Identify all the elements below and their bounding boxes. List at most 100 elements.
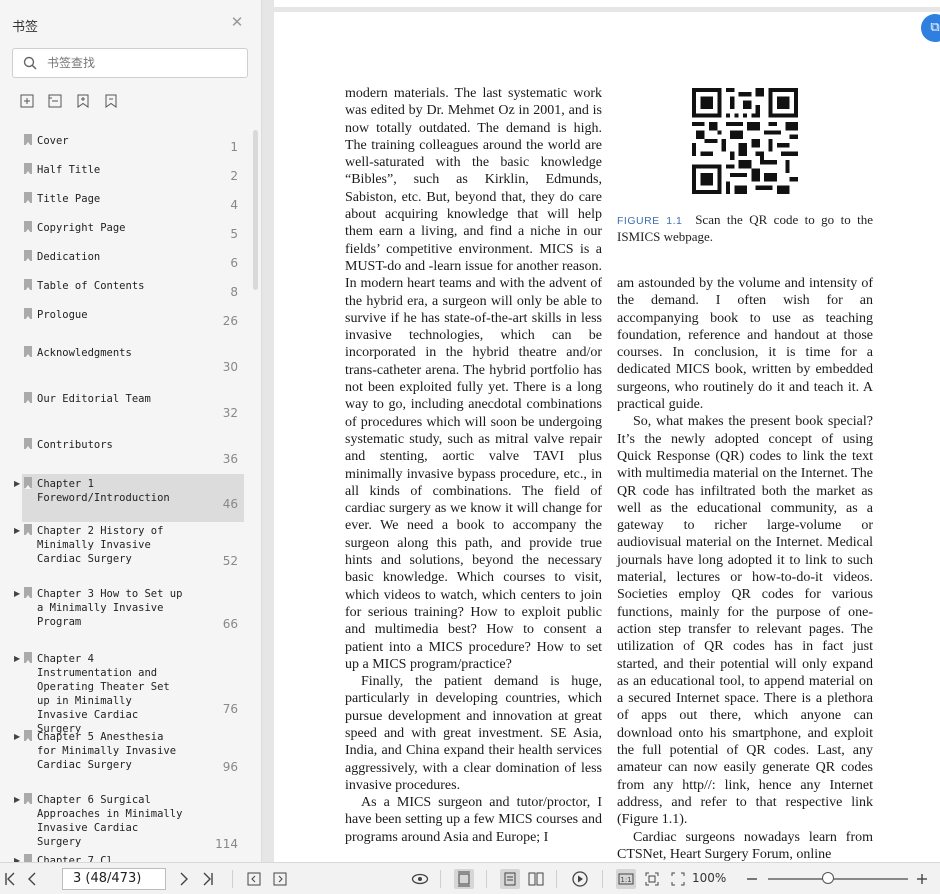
continuous-page-icon[interactable] [500,869,520,889]
bookmark-icon [24,652,32,664]
bookmark-page-number: 32 [222,406,238,420]
bookmark-page-number: 2 [230,169,238,183]
expand-all-icon[interactable] [18,92,36,110]
bookmark-title: Contributors [37,439,113,451]
expand-arrow-icon[interactable]: ▶ [14,526,20,535]
bookmark-page-number: 114 [215,837,238,851]
bookmark-page-number: 36 [222,452,238,466]
bookmark-page-number: 1 [230,140,238,154]
bookmark-icon [24,134,32,146]
bookmark-page-number: 6 [230,256,238,270]
bookmark-icon [24,524,32,536]
figure-caption: FIGURE 1.1 Scan the QR code to go to the… [617,212,873,245]
previous-page-icon[interactable] [22,869,42,889]
bookmark-scrollbar[interactable] [253,130,258,290]
paragraph: modern materials. The last systematic wo… [345,86,602,672]
bookmark-title: Acknowledgments [37,347,132,359]
document-page: modern materials. The last systematic wo… [274,12,940,862]
previous-page-edge [274,0,940,7]
paragraph: am astounded by the volume and intensity… [617,276,873,413]
delete-bookmark-icon[interactable] [102,92,120,110]
bookmark-title: Title Page [37,193,101,205]
bookmark-page-number: 96 [222,760,238,774]
search-icon [23,56,37,70]
forward-view-icon[interactable] [270,869,290,889]
bookmark-search-input[interactable] [47,53,237,73]
bookmark-icon [24,730,32,742]
figure-label: FIGURE 1.1 [617,215,683,227]
bookmark-title: Cover [37,135,69,147]
bookmark-icon [24,438,32,450]
zoom-slider-handle[interactable] [822,872,835,884]
bookmark-icon [24,250,32,262]
collapse-all-icon[interactable] [46,92,64,110]
back-view-icon[interactable] [244,869,264,889]
document-view[interactable]: modern materials. The last systematic wo… [263,0,940,862]
bookmark-title: Chapter 1 Foreword/Introduction [37,478,170,504]
single-page-view-icon[interactable] [454,869,474,889]
bookmark-icon [24,308,32,320]
bookmark-icon [24,477,32,489]
bookmark-title: Our Editorial Team [37,393,151,405]
bookmark-title: Chapter 2 History of Minimally Invasive … [37,525,170,565]
bookmark-icon [24,221,32,233]
bookmark-title: Chapter 3 How to Set up a Minimally Inva… [37,588,189,628]
bookmark-icon [24,279,32,291]
bookmark-icon [24,192,32,204]
expand-arrow-icon[interactable]: ▶ [14,589,20,598]
page-number-field[interactable]: 3 (48/473) [62,868,166,890]
paragraph: So, what makes the present book special?… [617,414,873,828]
expand-arrow-icon[interactable]: ▶ [14,654,20,663]
bookmark-page-number: 76 [222,702,238,716]
bookmark-toolbar [18,92,120,110]
qr-code-image [692,88,798,194]
two-page-view-icon[interactable] [526,869,546,889]
bookmark-title: Prologue [37,309,88,321]
last-page-icon[interactable] [198,869,218,889]
bookmark-title: Chapter 5 Anesthesia for Minimally Invas… [37,731,183,771]
expand-arrow-icon[interactable]: ▶ [14,732,20,741]
bookmark-page-number: 52 [222,554,238,568]
svg-text:1:1: 1:1 [620,876,631,884]
bookmark-icon [24,793,32,805]
fit-width-icon[interactable] [668,869,688,889]
bookmark-page-number: 66 [222,617,238,631]
paragraph: Cardiac surgeons nowadays learn from CTS… [617,829,873,862]
bookmark-icon [24,346,32,358]
text-column-right: am astounded by the volume and intensity… [617,275,873,862]
bookmark-list: Cover 1 Half Title 2 Title Page 4 Copyright Pa… [0,124,250,862]
zoom-slider-track[interactable] [768,878,908,880]
bookmark-title: Half Title [37,164,101,176]
expand-arrow-icon[interactable]: ▶ [14,795,20,804]
toolbar-divider [486,870,487,888]
actual-size-icon[interactable]: 1:1 [616,869,636,889]
eye-care-icon[interactable] [410,869,430,889]
bookmark-icon [24,587,32,599]
bookmark-panel-title: 书签 [12,20,39,35]
close-icon[interactable]: ✕ [229,14,245,30]
play-slideshow-icon[interactable] [570,869,590,889]
bookmark-title: Chapter 6 Surgical Approaches in Minimal… [37,794,189,848]
bookmark-page-number: 8 [230,285,238,299]
toolbar-divider [602,870,603,888]
toolbar-divider [556,870,557,888]
bookmark-page-number: 26 [222,314,238,328]
text-column-left: modern materials. The last systematic wo… [345,85,602,846]
pdf-reader-window: 书签 ✕ Cover 1 Half Title 2 Title Page 4 Copyrig… [0,0,940,894]
bookmark-page-number: 30 [222,360,238,374]
bookmark-search-box[interactable] [12,48,248,78]
zoom-in-icon[interactable] [912,869,932,889]
expand-arrow-icon[interactable]: ▶ [14,479,20,488]
bookmark-title: Table of Contents [37,280,145,292]
paragraph: As a MICS surgeon and tutor/proctor, I h… [345,795,602,845]
zoom-level[interactable]: 100% [692,871,726,885]
fit-page-icon[interactable] [642,869,662,889]
toolbar-divider [440,870,441,888]
zoom-out-icon[interactable] [742,869,762,889]
bookmark-panel: 书签 ✕ Cover 1 Half Title 2 Title Page 4 Copyrig… [0,0,262,862]
first-page-icon[interactable] [0,869,20,889]
add-bookmark-icon[interactable] [74,92,92,110]
bookmark-title: Dedication [37,251,101,263]
next-page-icon[interactable] [174,869,194,889]
bookmark-icon [24,163,32,175]
